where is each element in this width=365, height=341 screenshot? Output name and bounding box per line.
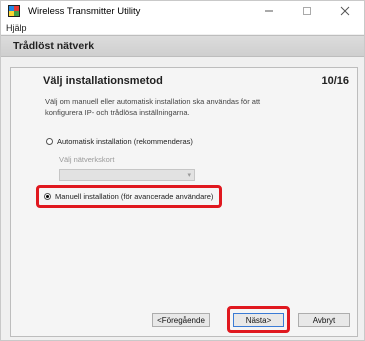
menu-bar: Hjälp	[1, 21, 364, 34]
network-card-label: Välj nätverkskort	[59, 155, 115, 164]
page-title: Välj installationsmetod	[43, 75, 163, 87]
app-window: Wireless Transmitter Utility Hjälp Trådl…	[0, 0, 365, 341]
cancel-button[interactable]: Avbryt	[298, 313, 350, 327]
maximize-button[interactable]	[288, 1, 326, 21]
close-button[interactable]	[326, 1, 364, 21]
description-line-1: Välj om manuell eller automatisk install…	[45, 97, 261, 106]
window-title: Wireless Transmitter Utility	[28, 5, 141, 17]
step-indicator: 10/16	[321, 75, 349, 87]
close-icon	[340, 6, 350, 16]
network-card-select[interactable]: ▾	[59, 169, 195, 181]
next-button[interactable]: Nästa>	[233, 313, 284, 327]
minimize-button[interactable]	[250, 1, 288, 21]
radio-automatic-label: Automatisk installation (rekommenderas)	[57, 137, 193, 146]
chevron-down-icon: ▾	[187, 172, 191, 179]
menu-item-help[interactable]: Hjälp	[6, 23, 27, 33]
title-bar[interactable]: Wireless Transmitter Utility	[1, 1, 364, 21]
window-controls	[250, 1, 364, 21]
minimize-icon	[265, 10, 273, 12]
radio-automatic[interactable]: Automatisk installation (rekommenderas)	[46, 137, 193, 146]
maximize-icon	[303, 7, 311, 15]
section-title: Trådlöst nätverk	[13, 40, 95, 52]
content-panel: Välj installationsmetod 10/16 Välj om ma…	[10, 67, 358, 337]
radio-automatic-circle[interactable]	[46, 138, 53, 145]
description-line-2: konfigurera IP- och trådlösa inställning…	[45, 108, 190, 117]
section-header: Trådlöst nätverk	[1, 35, 364, 57]
previous-button[interactable]: <Föregående	[152, 313, 210, 327]
radio-manual[interactable]: Manuell installation (för avancerade anv…	[44, 192, 213, 201]
description-text: Välj om manuell eller automatisk install…	[45, 96, 295, 118]
radio-manual-label: Manuell installation (för avancerade anv…	[55, 192, 214, 201]
app-icon	[8, 5, 20, 17]
radio-manual-circle[interactable]	[44, 193, 51, 200]
